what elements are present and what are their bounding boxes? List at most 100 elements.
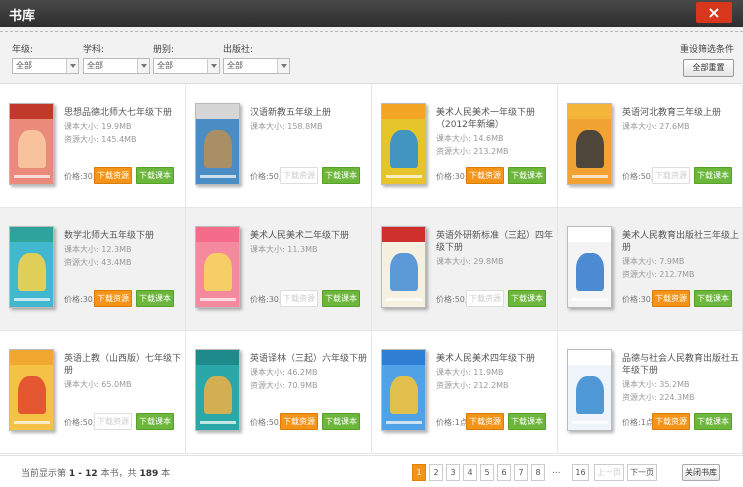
book-cover[interactable] xyxy=(9,349,54,431)
resource-size: 资源大小: 145.4MB xyxy=(64,135,137,144)
stat-suffix: 本 xyxy=(161,469,171,479)
page-7-button[interactable]: 7 xyxy=(514,464,528,481)
book-size: 课本大小: 11.9MB xyxy=(436,368,504,377)
subject-select[interactable]: 全部 xyxy=(83,58,150,74)
book-info: 品德与社会人民教育出版社五年级下册 课本大小: 35.2MB 资源大小: 224.3… xyxy=(622,353,740,404)
download-book-button[interactable]: 下载课本 xyxy=(694,167,732,184)
download-resource-button[interactable]: 下载资源 xyxy=(94,167,132,184)
book-title: 汉语新教五年级上册 xyxy=(250,108,332,118)
page-4-button[interactable]: 4 xyxy=(463,464,477,481)
cover-band xyxy=(196,227,239,242)
book-info: 美术人民教育出版社三年级上册 课本大小: 7.9MB 资源大小: 212.7MB xyxy=(622,230,740,281)
book-cover[interactable] xyxy=(381,103,426,185)
page-6-button[interactable]: 6 xyxy=(497,464,511,481)
page-2-button[interactable]: 2 xyxy=(429,464,443,481)
book-cover[interactable] xyxy=(567,103,612,185)
book-cover[interactable] xyxy=(381,349,426,431)
download-resource-button[interactable]: 下载资源 xyxy=(652,413,690,430)
download-book-button[interactable]: 下载课本 xyxy=(508,413,546,430)
book-card: 美术人民美术二年级下册 课本大小: 11.3MB 价格:30点 下载资源 下载课本 xyxy=(186,208,372,331)
download-book-button[interactable]: 下载课本 xyxy=(322,290,360,307)
download-book-button[interactable]: 下载课本 xyxy=(136,290,174,307)
book-cover[interactable] xyxy=(9,103,54,185)
book-size: 课本大小: 27.6MB xyxy=(622,122,690,131)
download-book-button[interactable]: 下载课本 xyxy=(136,413,174,430)
reset-all-button[interactable]: 全部重置 xyxy=(683,59,734,77)
next-page-button[interactable]: 下一页 xyxy=(627,464,657,481)
chevron-down-icon xyxy=(207,59,219,73)
cover-band xyxy=(10,227,53,242)
download-resource-button: 下载资源 xyxy=(94,413,132,430)
download-resource-button[interactable]: 下载资源 xyxy=(466,167,504,184)
filter-volume-label: 册别: xyxy=(153,45,175,55)
download-resource-button[interactable]: 下载资源 xyxy=(466,413,504,430)
book-cover[interactable] xyxy=(567,349,612,431)
book-title: 英语河北教育三年级上册 xyxy=(622,108,722,118)
stat-total: 189 xyxy=(139,469,159,479)
download-book-button[interactable]: 下载课本 xyxy=(136,167,174,184)
book-title: 品德与社会人民教育出版社五年级下册 xyxy=(622,354,740,376)
cover-band xyxy=(382,227,425,242)
publisher-select[interactable]: 全部 xyxy=(223,58,290,74)
chevron-down-icon xyxy=(137,59,149,73)
book-cover[interactable] xyxy=(195,103,240,185)
close-library-button[interactable]: 关闭书库 xyxy=(682,464,720,481)
cover-stripe xyxy=(386,298,422,301)
cover-illustration xyxy=(576,376,604,414)
cover-illustration xyxy=(390,130,418,168)
book-title: 数学北师大五年级下册 xyxy=(64,231,155,241)
cover-illustration xyxy=(18,376,46,414)
resource-size: 资源大小: 212.2MB xyxy=(436,381,509,390)
cover-illustration xyxy=(18,253,46,291)
page-8-button[interactable]: 8 xyxy=(531,464,545,481)
page-5-button[interactable]: 5 xyxy=(480,464,494,481)
cover-illustration xyxy=(390,376,418,414)
cover-stripe xyxy=(572,175,608,178)
book-cover[interactable] xyxy=(195,349,240,431)
filter-subject-label: 学科: xyxy=(83,45,105,55)
close-icon[interactable]: × xyxy=(696,2,732,23)
book-price: 价格:1点 xyxy=(622,418,654,427)
download-resource-button[interactable]: 下载资源 xyxy=(94,290,132,307)
download-book-button[interactable]: 下载课本 xyxy=(508,167,546,184)
download-book-button[interactable]: 下载课本 xyxy=(694,290,732,307)
book-info: 美术人民美术四年级下册 课本大小: 11.9MB 资源大小: 212.2MB xyxy=(436,353,554,392)
page-1-button[interactable]: 1 xyxy=(412,464,426,481)
cover-stripe xyxy=(14,175,50,178)
prev-page-button: 上一页 xyxy=(594,464,624,481)
download-book-button[interactable]: 下载课本 xyxy=(508,290,546,307)
stat-prefix: 当前显示第 xyxy=(21,469,67,479)
cover-stripe xyxy=(386,421,422,424)
book-title: 思想品德北师大七年级下册 xyxy=(64,108,173,118)
download-book-button[interactable]: 下载课本 xyxy=(322,413,360,430)
download-resource-button[interactable]: 下载资源 xyxy=(280,413,318,430)
cover-illustration xyxy=(204,376,232,414)
resource-size: 资源大小: 70.9MB xyxy=(250,381,318,390)
download-resource-button: 下载资源 xyxy=(280,167,318,184)
cover-band xyxy=(196,350,239,365)
book-size: 课本大小: 29.8MB xyxy=(436,257,504,266)
book-cover[interactable] xyxy=(9,226,54,308)
book-cover[interactable] xyxy=(567,226,612,308)
volume-select[interactable]: 全部 xyxy=(153,58,220,74)
book-cover[interactable] xyxy=(195,226,240,308)
cover-stripe xyxy=(200,421,236,424)
book-cover[interactable] xyxy=(381,226,426,308)
filter-publisher-label: 出版社: xyxy=(223,45,254,55)
cover-band xyxy=(10,104,53,119)
cover-band xyxy=(196,104,239,119)
download-resource-button[interactable]: 下载资源 xyxy=(652,290,690,307)
grade-select[interactable]: 全部 xyxy=(12,58,79,74)
download-book-button[interactable]: 下载课本 xyxy=(322,167,360,184)
page-3-button[interactable]: 3 xyxy=(446,464,460,481)
cover-stripe xyxy=(572,421,608,424)
cover-illustration xyxy=(204,253,232,291)
cover-band xyxy=(568,104,611,119)
cover-band xyxy=(382,104,425,119)
page-last-button[interactable]: 16 xyxy=(572,464,589,481)
book-title: 美术人民教育出版社三年级上册 xyxy=(622,231,740,253)
download-book-button[interactable]: 下载课本 xyxy=(694,413,732,430)
book-card: 英语河北教育三年级上册 课本大小: 27.6MB 价格:50点 下载资源 下载课本 xyxy=(558,85,743,208)
book-card: 汉语新教五年级上册 课本大小: 158.8MB 价格:50点 下载资源 下载课本 xyxy=(186,85,372,208)
cover-band xyxy=(568,227,611,242)
